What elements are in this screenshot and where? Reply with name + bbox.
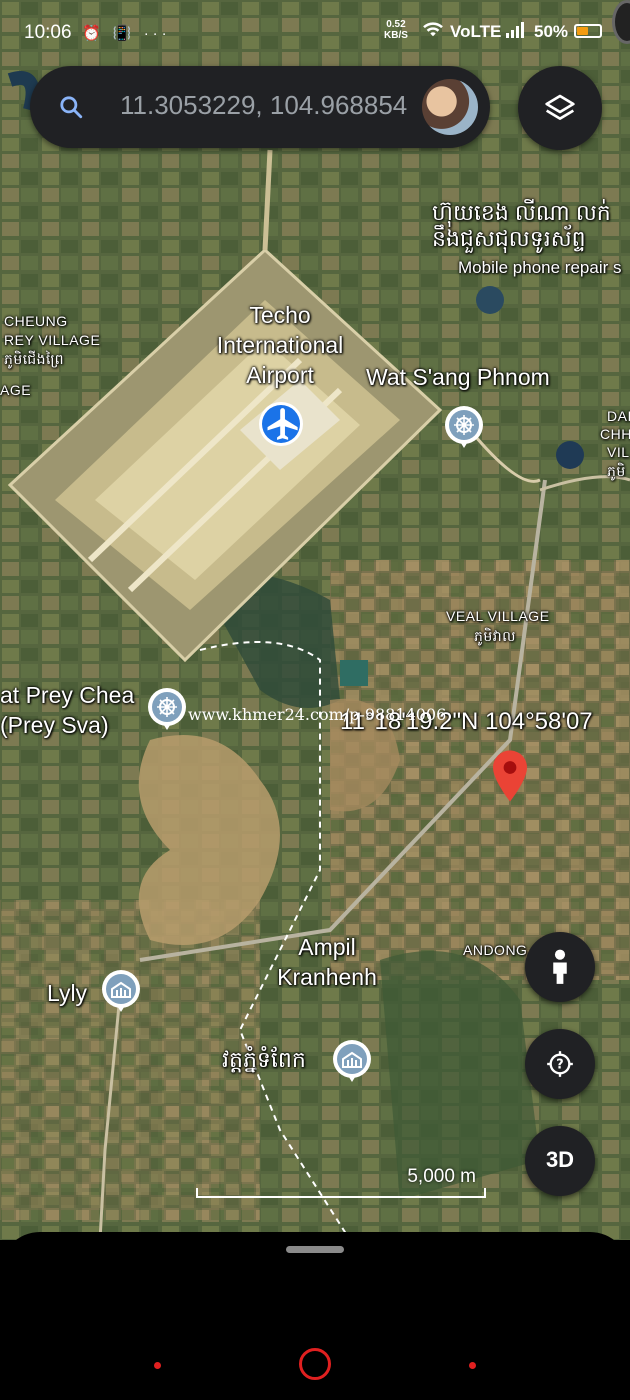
andong-label: ANDONG xyxy=(463,942,528,958)
dharma-wheel-icon xyxy=(157,697,177,717)
layers-button[interactable] xyxy=(518,66,602,150)
khmer-shop-line: នឹងជួសជុលទូរស័ព្ទ xyxy=(432,226,586,251)
nav-menu-button[interactable] xyxy=(154,1362,161,1369)
3d-toggle-label: 3D xyxy=(545,1147,575,1172)
airport-label-line: Airport xyxy=(246,362,314,388)
veal-village-label: VEAL VILLAGE xyxy=(446,608,550,624)
dam-label-1: DAI xyxy=(607,408,630,424)
pegman-icon xyxy=(553,949,567,984)
help-location-icon: ? xyxy=(547,1051,573,1077)
battery-icon xyxy=(574,24,602,38)
status-time: 10:06 xyxy=(24,22,72,43)
scale-bar: 5,000 m xyxy=(196,1166,488,1202)
sheet-drag-handle[interactable] xyxy=(286,1246,344,1253)
temple-icon xyxy=(111,981,131,998)
khmer-shop-label[interactable]: ហ៊ុយខេង លីណា លក់ នឹងជួសជុលទូរស័ព្ទ xyxy=(432,200,611,252)
temple-icon xyxy=(342,1051,362,1068)
layers-icon xyxy=(545,94,575,120)
wat-prey-chea-line: (Prey Sva) xyxy=(0,712,109,738)
wat-prey-chea-label[interactable]: at Prey Chea (Prey Sva) xyxy=(0,680,134,740)
camera-cutout xyxy=(612,0,630,44)
status-bar: 10:06 ⏰ 📳 ··· 0.52 KB/S VoLTE 50% xyxy=(0,0,630,64)
khmer-pagoda-pin[interactable] xyxy=(333,1040,371,1082)
nav-home-button[interactable] xyxy=(299,1348,331,1380)
network-type: VoLTE xyxy=(450,22,502,41)
lyly-pin[interactable] xyxy=(102,970,140,1012)
wat-sang-phnom-pin[interactable] xyxy=(445,406,483,448)
khmer-village-label: ភូមិជើងព្រៃ xyxy=(4,351,64,367)
prey-village-label: REY VILLAGE xyxy=(4,332,101,348)
dharma-wheel-icon xyxy=(454,415,474,435)
cheung-label: CHEUNG xyxy=(4,313,68,329)
wat-prey-chea-pin[interactable] xyxy=(148,688,186,730)
airport-label-line: International xyxy=(216,332,344,358)
status-icons: ⏰ 📳 ··· xyxy=(82,25,171,42)
3d-toggle-button[interactable]: 3D xyxy=(525,1126,595,1196)
street-view-button[interactable] xyxy=(525,932,595,1002)
watermark-text: www.khmer24.com/p-98814006 xyxy=(188,705,447,724)
scale-label: 5,000 m xyxy=(407,1166,476,1187)
search-bar[interactable]: 11.3053229, 104.968854 xyxy=(30,66,490,148)
wifi-icon xyxy=(422,20,444,43)
network-speed-unit: KB/S xyxy=(384,30,408,41)
age-label: AGE xyxy=(0,382,32,398)
wat-prey-chea-line: at Prey Chea xyxy=(0,682,135,708)
wat-sang-phnom-label[interactable]: Wat S'ang Phnom xyxy=(366,362,550,392)
dam-label-3: VIL xyxy=(607,444,630,460)
ampil-kranhenh-label[interactable]: Ampil Kranhenh xyxy=(262,932,392,992)
my-location-button[interactable]: ? xyxy=(525,1029,595,1099)
battery-percent: 50% xyxy=(534,22,569,41)
airplane-icon xyxy=(267,408,298,440)
bottom-sheet[interactable] xyxy=(0,1232,630,1332)
khmer-shop-line: ហ៊ុយខេង លីណា លក់ xyxy=(432,200,611,225)
search-icon[interactable] xyxy=(58,94,84,120)
svg-text:?: ? xyxy=(556,1058,563,1073)
khmer-pagoda-label[interactable]: វត្តភ្នំទំពែក xyxy=(222,1046,306,1078)
scale-ruler xyxy=(196,1188,486,1198)
search-input[interactable]: 11.3053229, 104.968854 xyxy=(120,90,408,121)
signal-icon xyxy=(506,22,526,43)
veal-khmer-label: ភូមិវាល xyxy=(474,628,516,644)
lyly-label[interactable]: Lyly xyxy=(47,978,87,1008)
system-nav-bar xyxy=(0,1332,630,1400)
ampil-kranhenh-line: Ampil xyxy=(298,934,356,960)
nav-back-button[interactable] xyxy=(469,1362,476,1369)
ampil-kranhenh-line: Kranhenh xyxy=(277,964,377,990)
network-speed: 0.52 KB/S xyxy=(384,19,408,41)
airport-label-line: Techo xyxy=(249,302,311,328)
mobile-repair-label[interactable]: Mobile phone repair s xyxy=(458,258,621,278)
airport-label[interactable]: Techo International Airport xyxy=(205,300,355,390)
avatar[interactable] xyxy=(422,79,478,135)
dropped-pin-icon[interactable] xyxy=(493,750,527,802)
network-speed-value: 0.52 xyxy=(386,19,406,30)
dam-label-4: ភូមិ xyxy=(607,463,626,479)
dam-label-2: CHH xyxy=(600,426,630,442)
battery-level xyxy=(577,27,588,35)
airport-pin[interactable] xyxy=(259,402,303,446)
